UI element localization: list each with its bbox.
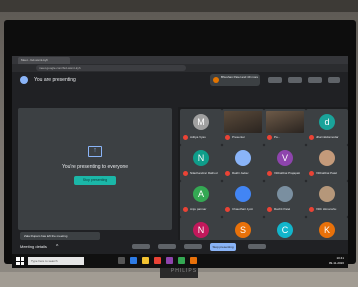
join-notice-text: Bhushan Patel and 49 more <box>221 75 259 79</box>
browser-address-bar: meet.google.com/fsd-wsmt-kyh <box>12 64 348 72</box>
stop-presenting-button[interactable]: Stop presenting <box>74 176 116 185</box>
stage-message: You're presenting to everyone <box>61 164 129 170</box>
participant-tile[interactable]: M Aditya Vyas <box>180 109 222 145</box>
user-avatar-icon[interactable] <box>328 77 340 83</box>
join-notice[interactable]: Bhushan Patel and 49 more <box>210 74 260 86</box>
taskbar-clock[interactable]: 10:41 09-11-2020 <box>312 256 344 266</box>
people-icon[interactable] <box>268 77 282 83</box>
mic-muted-icon <box>309 207 314 212</box>
mic-muted-icon <box>225 171 230 176</box>
captions-icon[interactable] <box>248 244 266 249</box>
participant-avatar <box>319 186 335 202</box>
participant-name: dharmikdamodar <box>316 135 339 139</box>
participant-name: Vibh Himanshu <box>316 207 337 211</box>
participant-name: Rachit Patel <box>274 207 291 211</box>
chat-icon[interactable] <box>288 77 302 83</box>
mic-muted-icon <box>225 135 230 140</box>
participant-name: Anju parmar <box>190 207 207 211</box>
participant-avatar: N <box>193 150 209 166</box>
participant-avatar <box>235 186 251 202</box>
participant-name: Vibhabhai Patel <box>316 171 337 175</box>
url-field[interactable]: meet.google.com/fsd-wsmt-kyh <box>36 65 186 71</box>
mic-muted-icon <box>309 171 314 176</box>
participant-tile[interactable]: V Vibhabhai Prajapati <box>264 145 306 181</box>
screen: Meet - fsd-wsmt-kyh meet.google.com/fsd-… <box>12 56 348 268</box>
monitor-bezel: PHILIPS Meet - fsd-wsmt-kyh meet.google.… <box>4 20 356 274</box>
mic-muted-icon <box>183 207 188 212</box>
mic-muted-icon <box>183 135 188 140</box>
windows-taskbar: Type here to search 10:41 09-11-2020 <box>12 254 348 268</box>
participant-avatar: S <box>235 222 251 238</box>
participant-video <box>266 111 304 133</box>
participant-video <box>224 111 262 133</box>
participant-name: Vibhabhai Prajapati <box>274 171 300 175</box>
monitor-brand: PHILIPS <box>170 268 198 274</box>
app-icon[interactable] <box>166 257 173 264</box>
mic-muted-icon <box>267 135 272 140</box>
mic-muted-icon <box>309 135 314 140</box>
mic-muted-icon <box>267 207 272 212</box>
browser-tab[interactable]: Meet - fsd-wsmt-kyh <box>18 57 70 64</box>
participant-tile[interactable]: Presenter <box>222 109 264 145</box>
clock-date: 09-11-2020 <box>328 261 344 265</box>
meet-bottom-bar: Meeting details ^ Stop presenting <box>12 240 348 254</box>
participant-avatar: N <box>193 222 209 238</box>
participant-grid: M Aditya Vyas Presenter Pa... d dharmikdamoda… <box>178 107 348 253</box>
app-icon-2[interactable] <box>178 257 185 264</box>
participant-tile[interactable]: Vibh Himanshu <box>306 181 348 217</box>
participant-avatar <box>319 150 335 166</box>
participant-name: Nilachandrar Rathod <box>190 171 218 175</box>
file-explorer-icon[interactable] <box>142 257 149 264</box>
mic-muted-icon <box>267 171 272 176</box>
taskbar-search-input[interactable]: Type here to search <box>28 257 84 265</box>
participant-avatar <box>235 150 251 166</box>
presentation-stage: ↑ You're presenting to everyone Stop pre… <box>18 108 172 230</box>
participant-tile[interactable]: Vibhabhai Patel <box>306 145 348 181</box>
browser-tabbar: Meet - fsd-wsmt-kyh <box>12 56 348 64</box>
participant-tile[interactable]: Rachit Patel <box>264 181 306 217</box>
app-icon-3[interactable] <box>190 257 197 264</box>
participant-avatar: M <box>193 114 209 130</box>
present-screen-icon <box>20 76 28 84</box>
participant-tile[interactable]: A Anju parmar <box>180 181 222 217</box>
participant-tile[interactable]: Pa... <box>264 109 306 145</box>
windows-start-icon[interactable] <box>16 257 24 265</box>
task-view-icon[interactable] <box>118 257 125 264</box>
participant-avatar: V <box>277 150 293 166</box>
participant-tile[interactable]: N Nilachandrar Rathod <box>180 145 222 181</box>
participant-name: Chaudhari Jyoti <box>232 207 253 211</box>
mic-muted-icon <box>183 171 188 176</box>
meeting-details-button[interactable]: Meeting details <box>20 243 47 251</box>
participant-name: Aditya Vyas <box>190 135 206 139</box>
participant-avatar <box>277 186 293 202</box>
wall-top-border <box>0 0 358 12</box>
camera-icon[interactable] <box>184 244 202 249</box>
left-meeting-toast: Zala Rupam has left the meeting <box>20 232 100 240</box>
participant-avatar: A <box>193 186 209 202</box>
participant-avatar: d <box>319 114 335 130</box>
chevron-up-icon[interactable]: ^ <box>56 243 58 251</box>
participant-avatar: C <box>277 222 293 238</box>
mic-muted-icon <box>225 207 230 212</box>
participant-name: Presenter <box>232 135 246 139</box>
hangup-icon[interactable] <box>158 244 176 249</box>
edge-icon[interactable] <box>130 257 137 264</box>
mic-icon[interactable] <box>132 244 150 249</box>
chrome-icon[interactable] <box>154 257 161 264</box>
participant-tile[interactable]: Chaudhari Jyoti <box>222 181 264 217</box>
participant-tile[interactable]: d dharmikdamodar <box>306 109 348 145</box>
participant-tile[interactable]: Rakhi Jadav <box>222 145 264 181</box>
share-screen-icon: ↑ <box>88 146 102 157</box>
participant-name: Pa... <box>274 135 281 139</box>
avatar-dot-icon <box>213 77 219 83</box>
presenting-banner: You are presenting <box>34 77 76 83</box>
meet-header: You are presenting Bhushan Patel and 49 … <box>12 72 348 88</box>
participant-name: Rakhi Jadav <box>232 171 249 175</box>
activities-icon[interactable] <box>308 77 322 83</box>
present-now-button[interactable]: Stop presenting <box>210 243 236 251</box>
participant-avatar: K <box>319 222 335 238</box>
